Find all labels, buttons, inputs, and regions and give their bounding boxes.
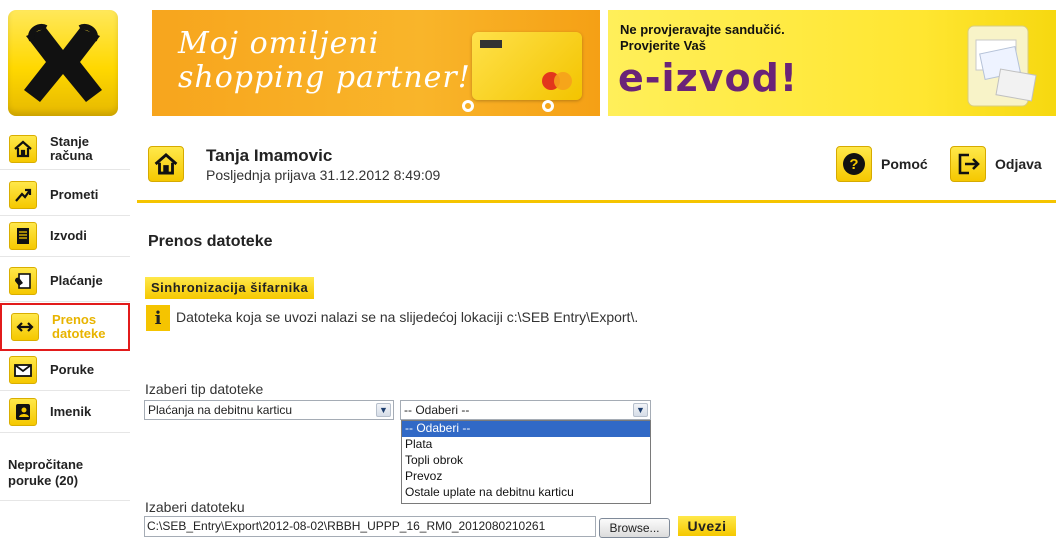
sync-codebook-button[interactable]: Sinhronizacija šifarnika (145, 277, 315, 299)
dropdown-option[interactable]: -- Odaberi -- (402, 421, 650, 437)
transfer-arrows-icon (11, 313, 39, 341)
dropdown-option[interactable]: Topli obrok (402, 453, 650, 469)
logout-button[interactable] (950, 146, 986, 182)
cart-wheel-icon (462, 100, 474, 112)
svg-text:?: ? (849, 156, 858, 173)
address-book-icon (9, 397, 37, 426)
sidebar-item-label: Plaćanje (50, 272, 103, 288)
home-button[interactable] (148, 146, 184, 182)
sidebar-item-file-transfer[interactable]: Prenos datoteke (0, 303, 130, 351)
file-type-label: Izaberi tip datoteke (145, 381, 264, 397)
user-name: Tanja Imamovic (206, 146, 333, 165)
page-title: Prenos datoteke (148, 233, 273, 250)
sidebar-item-messages[interactable]: Poruke (0, 349, 130, 391)
payment-subtype-dropdown[interactable]: -- Odaberi -- Plata Topli obrok Prevoz O… (401, 420, 651, 504)
question-mark-icon: ? (843, 153, 865, 175)
mailbox-icon (967, 25, 1037, 107)
import-button[interactable]: Uvezi (678, 516, 736, 536)
sidebar-item-label: Poruke (50, 361, 95, 377)
sidebar-item-address-book[interactable]: Imenik (0, 391, 130, 433)
banner-right-line2: Provjerite Vaš (620, 38, 706, 53)
sidebar-item-transactions[interactable]: Prometi (0, 174, 130, 216)
payment-subtype-select[interactable]: -- Odaberi -- ▼ (400, 400, 651, 420)
envelope-icon (9, 355, 37, 384)
help-button[interactable]: ? (836, 146, 872, 182)
last-login-text: Posljednja prijava 31.12.2012 8:49:09 (206, 167, 441, 183)
sidebar-divider (0, 500, 130, 501)
file-path-input[interactable]: C:\SEB_Entry\Export\2012-08-02\RBBH_UPPP… (144, 516, 596, 537)
info-text: Datoteka koja se uvozi nalazi se na slij… (176, 309, 639, 325)
file-type-select[interactable]: Plaćanja na debitnu karticu ▼ (144, 400, 394, 420)
payment-icon (9, 266, 37, 295)
browse-button[interactable]: Browse... (599, 518, 670, 538)
choose-file-label: Izaberi datoteku (145, 499, 245, 515)
dropdown-option[interactable]: Prevoz (402, 469, 650, 485)
payment-subtype-value: -- Odaberi -- (404, 403, 470, 417)
logout-icon (958, 153, 980, 175)
document-icon (9, 221, 37, 250)
sidebar-item-label: Prenos datoteke (52, 312, 106, 341)
cart-wheel-icon (542, 100, 554, 112)
sidebar-item-label: Izvodi (50, 227, 87, 243)
file-type-value: Plaćanja na debitnu karticu (148, 403, 293, 417)
help-label[interactable]: Pomoć (881, 156, 928, 172)
home-icon (9, 134, 37, 163)
banner-right-headline: e-izvod! (618, 56, 799, 100)
trend-arrow-icon (9, 180, 37, 209)
sidebar-item-account-balance[interactable]: Stanje računa (0, 128, 130, 170)
sidebar-item-payment[interactable]: Plaćanje (0, 260, 130, 302)
shopping-card-banner[interactable]: Moj omiljeni shopping partner! (152, 10, 600, 116)
sidebar-item-label: Imenik (50, 403, 92, 419)
sidebar-item-label: Stanje računa (50, 133, 93, 163)
banner-left-line1: Moj omiljeni (178, 26, 380, 61)
logout-label[interactable]: Odjava (995, 156, 1042, 172)
debit-card-image (472, 32, 582, 100)
dropdown-option[interactable]: Plata (402, 437, 650, 453)
mastercard-icon-secondary (554, 72, 572, 90)
sidebar-item-statements[interactable]: Izvodi (0, 215, 130, 257)
chevron-down-icon[interactable]: ▼ (376, 403, 391, 417)
chevron-down-icon[interactable]: ▼ (633, 403, 648, 417)
info-icon: i (146, 305, 170, 331)
bank-logo[interactable] (8, 10, 118, 116)
banner-right-line1: Ne provjeravajte sandučić. (620, 22, 785, 37)
e-statement-banner[interactable]: Ne provjeravajte sandučić. Provjerite Va… (608, 10, 1056, 116)
sidebar-item-label: Prometi (50, 186, 99, 202)
crossed-hands-logo-icon (24, 24, 102, 102)
dropdown-option[interactable]: Ostale uplate na debitnu karticu (402, 485, 650, 501)
home-icon (154, 152, 178, 175)
card-logo (480, 40, 502, 48)
banner-left-line2: shopping partner! (178, 60, 471, 95)
header-divider (137, 200, 1056, 203)
unread-messages-link[interactable]: Nepročitane poruke (20) (8, 457, 118, 489)
